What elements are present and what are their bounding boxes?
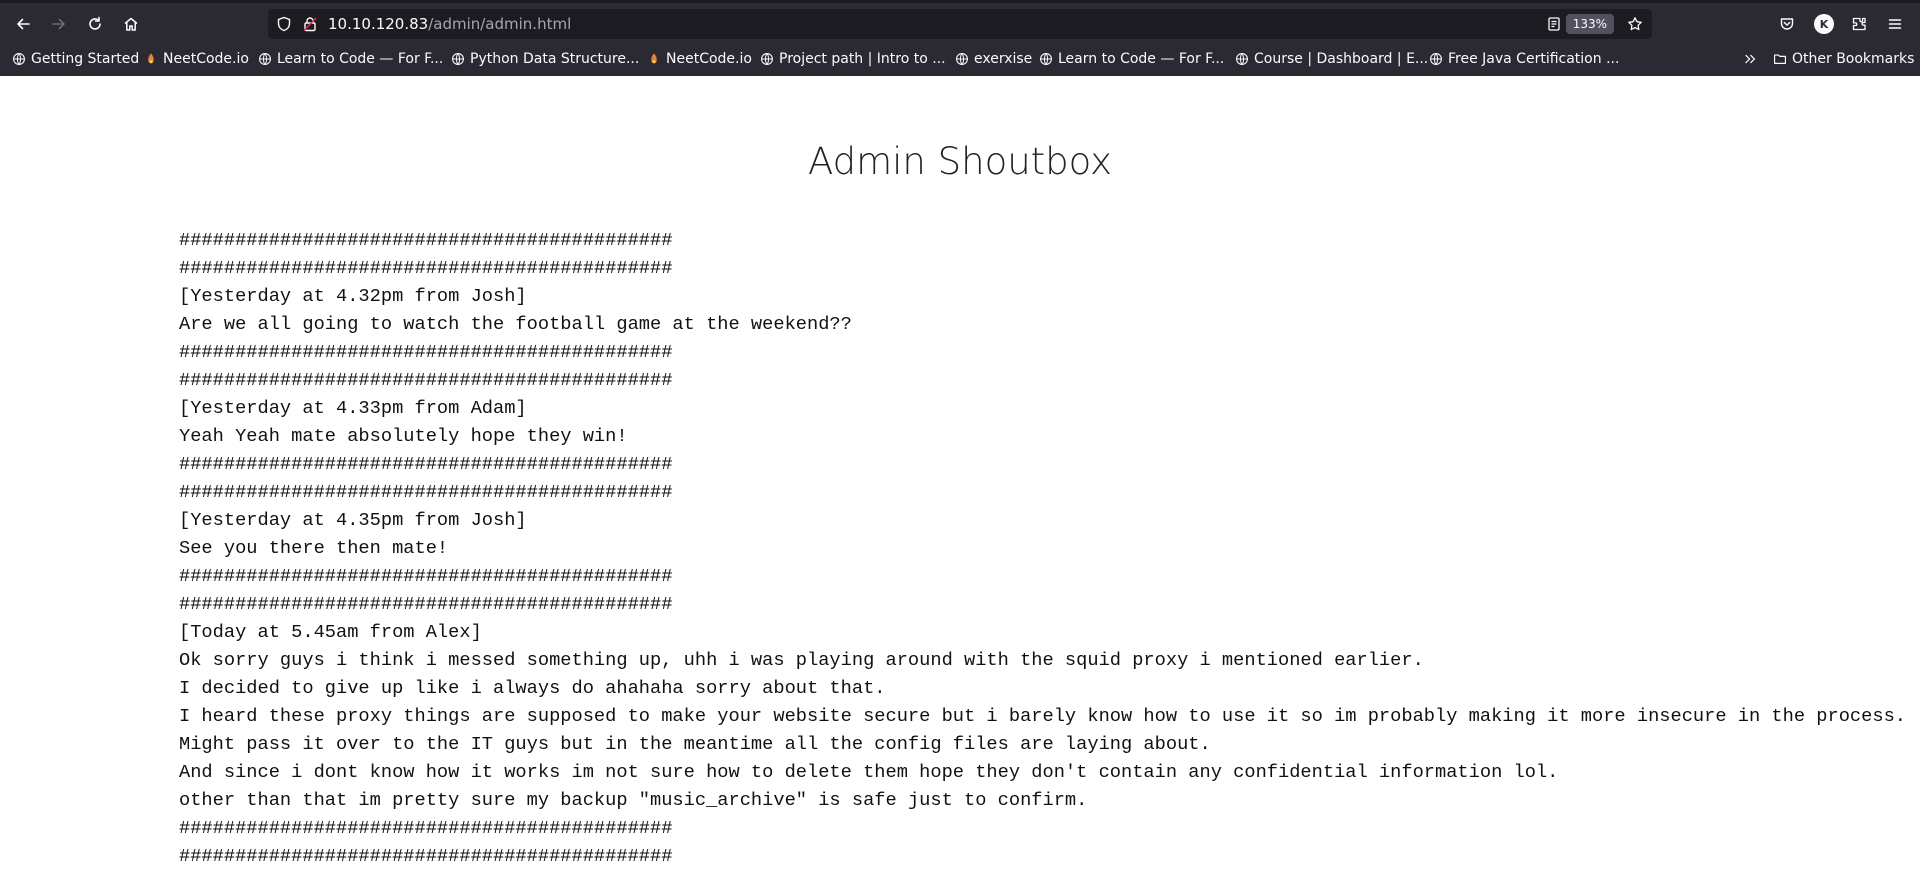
browser-chrome: 10.10.120.83/admin/admin.html 133% K Get…: [0, 0, 1920, 76]
bookmarks-overflow-chevron-icon[interactable]: [1743, 48, 1757, 70]
bookmark-item[interactable]: exerxise: [955, 48, 1032, 70]
reload-icon: [89, 16, 101, 30]
message-text: Might pass it over to the IT guys but in…: [179, 733, 1211, 755]
separator-line: ########################################…: [179, 593, 673, 615]
bookmark-label: Free Java Certification ...: [1448, 51, 1620, 67]
insecure-lock-icon[interactable]: [302, 16, 318, 32]
message-text: Yeah Yeah mate absolutely hope they win!: [179, 425, 628, 447]
arrow-right-icon: [52, 18, 65, 30]
url-text[interactable]: 10.10.120.83/admin/admin.html: [328, 15, 571, 33]
bookmark-label: NeetCode.io: [163, 51, 249, 67]
message-text: And since i dont know how it works im no…: [179, 761, 1559, 783]
bookmark-label: Learn to Code — For F...: [1058, 51, 1225, 67]
bookmark-label: Project path | Intro to ...: [779, 51, 946, 67]
address-bar[interactable]: 10.10.120.83/admin/admin.html 133%: [268, 9, 1652, 39]
separator-line: ########################################…: [179, 845, 673, 867]
separator-line: ########################################…: [179, 453, 673, 475]
bookmark-item[interactable]: Getting Started: [12, 48, 139, 70]
message-text: See you there then mate!: [179, 537, 449, 559]
globe-icon: [955, 52, 969, 66]
bookmark-label: exerxise: [974, 51, 1033, 67]
other-bookmarks-folder[interactable]: Other Bookmarks: [1773, 48, 1914, 70]
bookmark-label: NeetCode.io: [666, 51, 752, 67]
url-host: 10.10.120.83: [328, 15, 429, 33]
globe-icon: [760, 52, 774, 66]
bookmarks-toolbar: Getting Started NeetCode.io Learn to Code …: [0, 48, 1920, 72]
globe-icon: [1039, 52, 1053, 66]
bookmark-item[interactable]: NeetCode.io: [647, 48, 752, 70]
message-text: I decided to give up like i always do ah…: [179, 677, 886, 699]
separator-line: ########################################…: [179, 229, 673, 251]
separator-line: ########################################…: [179, 481, 673, 503]
tab-strip-edge: [0, 0, 1920, 3]
other-bookmarks-label: Other Bookmarks: [1792, 51, 1915, 67]
separator-line: ########################################…: [179, 341, 673, 363]
bookmark-label: Learn to Code — For F...: [277, 51, 444, 67]
message-text: Are we all going to watch the football g…: [179, 313, 852, 335]
message-header: [Yesterday at 4.35pm from Josh]: [179, 509, 527, 531]
shoutbox-log: ########################################…: [179, 226, 1906, 870]
url-path: /admin/admin.html: [428, 15, 572, 33]
bookmark-item[interactable]: NeetCode.io: [144, 48, 249, 70]
menu-icon[interactable]: [1886, 15, 1904, 33]
separator-line: ########################################…: [179, 369, 673, 391]
globe-icon: [1429, 52, 1443, 66]
bookmark-item[interactable]: Learn to Code — For F...: [1039, 48, 1224, 70]
avatar-initial: K: [1819, 17, 1829, 31]
bookmark-item[interactable]: Python Data Structure...: [451, 48, 639, 70]
message-header: [Today at 5.45am from Alex]: [179, 621, 482, 643]
bookmark-item[interactable]: Course | Dashboard | E...: [1235, 48, 1428, 70]
forward-button[interactable]: [45, 10, 73, 38]
arrow-left-icon: [17, 18, 30, 30]
home-button[interactable]: [117, 10, 145, 38]
pocket-icon[interactable]: [1778, 15, 1796, 33]
folder-icon: [1773, 52, 1787, 66]
extensions-icon[interactable]: [1850, 15, 1868, 33]
zoom-level-button[interactable]: 133%: [1565, 14, 1614, 34]
bookmark-star-icon[interactable]: [1626, 15, 1644, 33]
account-avatar[interactable]: K: [1814, 14, 1834, 34]
home-icon: [124, 17, 138, 31]
globe-icon: [1235, 52, 1249, 66]
neetcode-icon: [647, 52, 661, 66]
bookmark-item[interactable]: Learn to Code — For F...: [258, 48, 443, 70]
separator-line: ########################################…: [179, 257, 673, 279]
reader-view-icon[interactable]: [1546, 16, 1562, 32]
bookmark-label: Course | Dashboard | E...: [1254, 51, 1429, 67]
bookmark-label: Getting Started: [31, 51, 140, 67]
message-header: [Yesterday at 4.32pm from Josh]: [179, 285, 527, 307]
page-title: Admin Shoutbox: [807, 140, 1113, 183]
shield-icon[interactable]: [276, 16, 292, 32]
message-text: I heard these proxy things are supposed …: [179, 705, 1907, 727]
message-text: Ok sorry guys i think i messed something…: [179, 649, 1424, 671]
reload-button[interactable]: [81, 10, 109, 38]
bookmark-item[interactable]: Project path | Intro to ...: [760, 48, 946, 70]
message-text: other than that im pretty sure my backup…: [179, 789, 1088, 811]
separator-line: ########################################…: [179, 565, 673, 587]
back-button[interactable]: [9, 10, 37, 38]
separator-line: ########################################…: [179, 817, 673, 839]
globe-icon: [12, 52, 26, 66]
neetcode-icon: [144, 52, 158, 66]
globe-icon: [451, 52, 465, 66]
globe-icon: [258, 52, 272, 66]
bookmark-label: Python Data Structure...: [470, 51, 640, 67]
message-header: [Yesterday at 4.33pm from Adam]: [179, 397, 527, 419]
bookmark-item[interactable]: Free Java Certification ...: [1429, 48, 1619, 70]
